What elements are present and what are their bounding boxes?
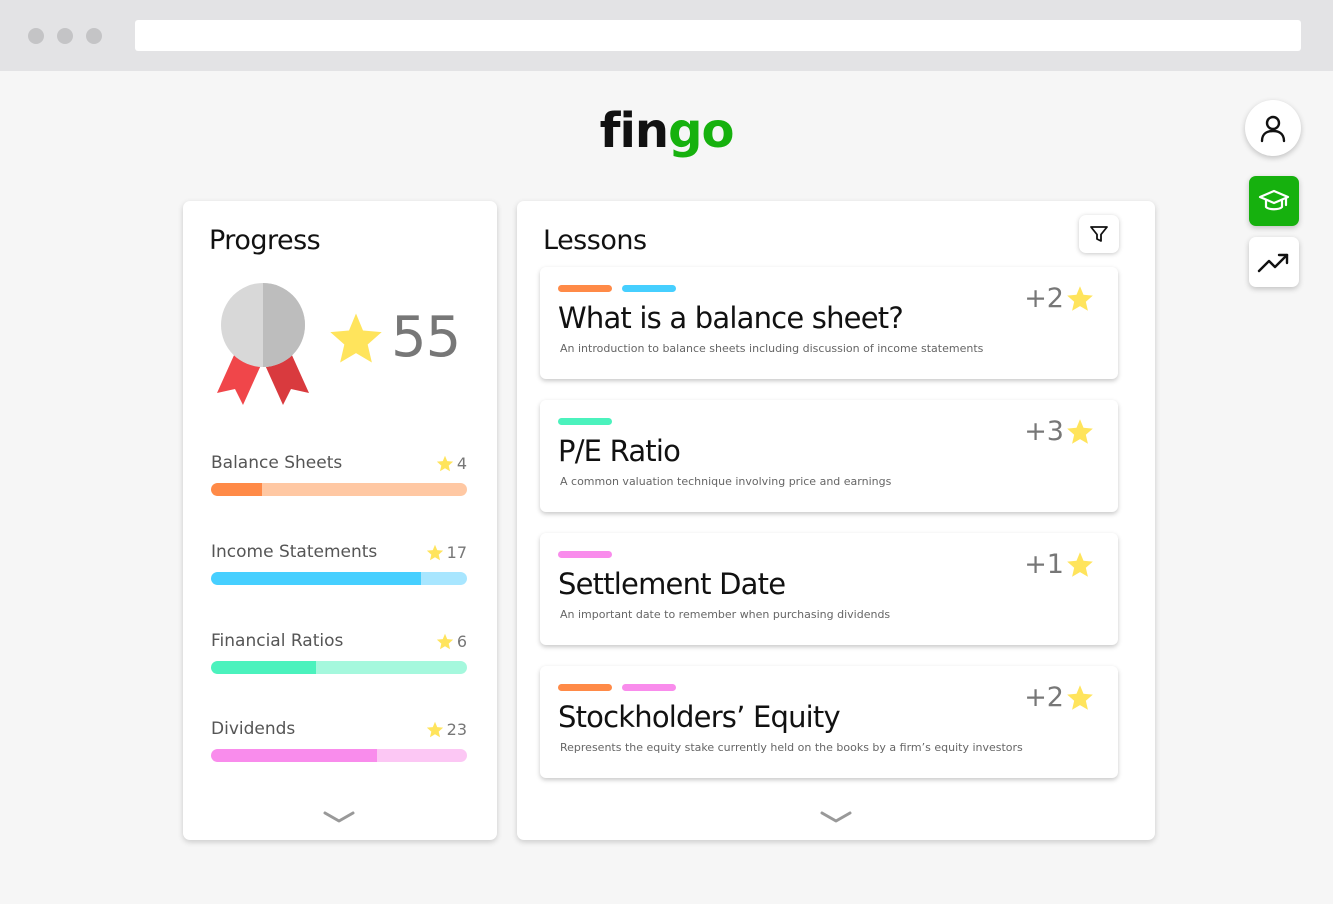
category-tag (622, 684, 676, 691)
category-progress-bar (211, 483, 467, 496)
star-icon (426, 721, 443, 738)
lesson-reward: +2 (1024, 283, 1094, 314)
category-tag (558, 684, 612, 691)
lesson-description: Represents the equity stake currently he… (560, 741, 1023, 754)
learn-nav-button[interactable] (1249, 176, 1299, 226)
star-icon (436, 455, 453, 472)
progress-fill (211, 483, 263, 496)
filter-icon (1090, 226, 1108, 242)
category-tag (558, 285, 612, 292)
category-tag (558, 551, 612, 558)
graduation-cap-icon (1258, 189, 1290, 211)
category-label: Income Statements (211, 542, 378, 562)
category-tag (622, 285, 676, 292)
lesson-card[interactable]: Stockholders’ Equity Represents the equit… (540, 666, 1118, 778)
star-icon (330, 313, 382, 363)
logo-part-go: go (668, 103, 734, 159)
lesson-card[interactable]: P/E Ratio A common valuation technique in… (540, 400, 1118, 512)
progress-fill (211, 572, 421, 585)
star-count-value: 6 (456, 632, 467, 651)
lesson-card[interactable]: Settlement Date An important date to reme… (540, 533, 1118, 645)
lesson-tags (558, 285, 676, 292)
filter-button[interactable] (1079, 215, 1119, 253)
reward-value: +2 (1024, 682, 1064, 713)
fingo-logo: fingo (0, 103, 1333, 159)
progress-fill (211, 749, 378, 762)
category-label: Balance Sheets (211, 453, 343, 473)
star-icon (436, 633, 453, 650)
category-label: Financial Ratios (211, 631, 344, 651)
lessons-card: Lessons What is a balance sheet? An intro… (517, 201, 1155, 840)
category-star-count: 6 (436, 632, 467, 651)
category-tag (558, 418, 612, 425)
logo-part-fin: fin (599, 103, 670, 159)
address-bar[interactable] (135, 20, 1301, 51)
star-icon (1067, 552, 1093, 577)
trending-up-icon (1257, 253, 1289, 273)
lesson-reward: +3 (1024, 416, 1094, 447)
reward-value: +3 (1024, 416, 1064, 447)
category-label: Dividends (211, 719, 296, 739)
chevron-down-icon[interactable] (322, 810, 356, 824)
lesson-description: A common valuation technique involving p… (560, 475, 892, 488)
star-icon (1067, 419, 1093, 444)
user-icon (1260, 115, 1286, 143)
star-icon (1067, 286, 1093, 311)
star-count-value: 23 (446, 720, 467, 739)
chevron-down-icon[interactable] (819, 810, 853, 824)
lesson-title: What is a balance sheet? (558, 301, 904, 335)
category-progress-bar (211, 572, 467, 585)
progress-fill (211, 661, 316, 674)
lesson-title: Stockholders’ Equity (558, 700, 841, 734)
window-maximize-dot[interactable] (86, 28, 102, 44)
lesson-description: An important date to remember when purch… (560, 608, 891, 621)
category-progress-bar (211, 661, 467, 674)
progress-title: Progress (209, 225, 321, 256)
window-close-dot[interactable] (28, 28, 44, 44)
lesson-tags (558, 684, 676, 691)
star-count-value: 17 (446, 543, 467, 562)
reward-value: +2 (1024, 283, 1064, 314)
analytics-nav-button[interactable] (1249, 237, 1299, 287)
lesson-reward: +1 (1024, 549, 1094, 580)
lessons-title: Lessons (543, 225, 647, 256)
lesson-tags (558, 418, 612, 425)
total-stars-score: 55 (391, 305, 461, 370)
progress-card: Progress 55 Balance Sheets 4 Income Stat… (183, 201, 497, 840)
lesson-tags (558, 551, 612, 558)
category-star-count: 23 (426, 720, 467, 739)
lesson-title: Settlement Date (558, 567, 786, 601)
lesson-title: P/E Ratio (558, 434, 681, 468)
lesson-description: An introduction to balance sheets includ… (560, 342, 984, 355)
category-progress-bar (211, 749, 467, 762)
lesson-reward: +2 (1024, 682, 1094, 713)
reward-value: +1 (1024, 549, 1064, 580)
window-minimize-dot[interactable] (57, 28, 73, 44)
medal-icon (217, 283, 309, 405)
browser-toolbar (0, 0, 1333, 71)
profile-button[interactable] (1245, 100, 1301, 156)
star-count-value: 4 (456, 454, 467, 473)
category-star-count: 17 (426, 543, 467, 562)
star-icon (426, 544, 443, 561)
star-icon (1067, 685, 1093, 710)
lesson-card[interactable]: What is a balance sheet? An introduction … (540, 267, 1118, 379)
category-star-count: 4 (436, 454, 467, 473)
